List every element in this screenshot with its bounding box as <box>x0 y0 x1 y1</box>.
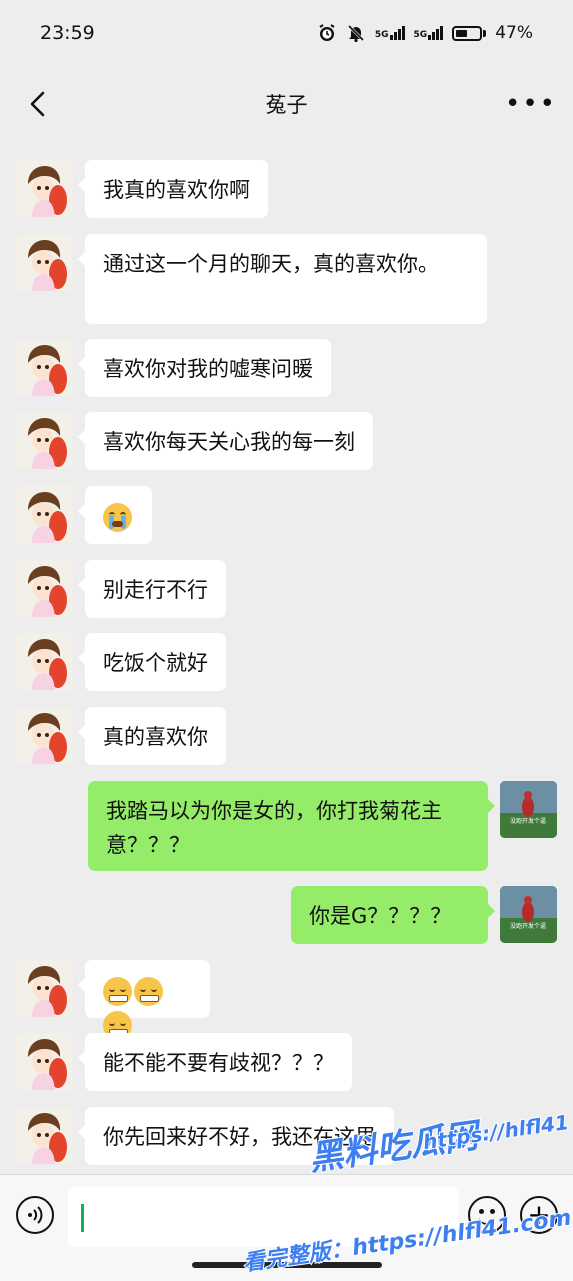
message-bubble[interactable]: 我真的喜欢你啊 <box>78 160 268 218</box>
more-button[interactable]: ••• <box>505 84 555 124</box>
message-text: 我踏马以为你是女的，你打我菊花主意？？？ <box>106 799 442 857</box>
message-input[interactable] <box>68 1187 458 1247</box>
voice-button[interactable] <box>16 1196 54 1234</box>
message-bubble[interactable]: 能不能不要有歧视？？？ <box>78 1033 352 1091</box>
message-bubble[interactable]: 我踏马以为你是女的，你打我菊花主意？？？ <box>88 781 495 871</box>
message-bubble[interactable]: 真的喜欢你 <box>78 707 226 765</box>
message-bubble[interactable]: 吃饭个就好 <box>78 633 226 691</box>
more-icon: ••• <box>505 89 558 119</box>
voice-icon <box>28 1206 43 1224</box>
status-time: 23:59 <box>40 22 95 44</box>
status-bar: 23:59 5G 5G 47% <box>0 0 573 66</box>
battery-icon <box>452 25 487 41</box>
battery-percent: 47% <box>495 23 533 43</box>
status-icons: 5G 5G 47% <box>317 23 533 43</box>
message-bubble[interactable] <box>78 486 152 544</box>
avatar[interactable] <box>16 412 73 469</box>
signal-2-label: 5G <box>413 30 428 40</box>
signal-icon: 5G <box>414 26 444 40</box>
message-bubble[interactable] <box>78 960 210 1040</box>
avatar[interactable] <box>16 707 73 764</box>
message-text: 通过这一个月的聊天，真的喜欢你。 <box>103 252 439 276</box>
home-indicator <box>192 1262 382 1268</box>
avatar[interactable] <box>16 160 73 217</box>
back-button[interactable] <box>18 84 58 124</box>
chevron-left-icon <box>30 91 45 117</box>
more-actions-button[interactable]: + <box>520 1196 558 1234</box>
avatar[interactable] <box>16 486 73 543</box>
avatar[interactable]: 没跑开发个逼 <box>500 886 557 943</box>
avatar[interactable] <box>16 1033 73 1090</box>
chat-header: 菟子 ••• <box>0 66 573 142</box>
zipper-mouth-face-icon <box>103 976 132 1006</box>
crying-face-icon <box>103 502 132 532</box>
alarm-icon <box>319 24 335 41</box>
message-bubble[interactable]: 通过这一个月的聊天，真的喜欢你。 <box>78 234 487 324</box>
message-text: 喜欢你对我的嘘寒问暖 <box>103 357 313 381</box>
message-text: 吃饭个就好 <box>103 651 208 675</box>
avatar[interactable] <box>16 960 73 1017</box>
signal-1-label: 5G <box>374 30 389 40</box>
message-text: 能不能不要有歧视？？？ <box>103 1051 334 1075</box>
message-bubble[interactable]: 别走行不行 <box>78 560 226 618</box>
message-text: 你是G？？？？ <box>309 904 452 928</box>
avatar[interactable] <box>16 234 73 291</box>
message-text: 别走行不行 <box>103 578 208 602</box>
message-bubble[interactable]: 你先回来好不好，我还在这里 <box>78 1107 394 1165</box>
message-text: 真的喜欢你 <box>103 725 208 749</box>
message-list[interactable]: 我真的喜欢你啊 通过这一个月的聊天，真的喜欢你。 喜欢你对我的嘘寒问暖 喜欢你每… <box>0 142 573 1174</box>
avatar[interactable] <box>16 339 73 396</box>
message-text: 你先回来好不好，我还在这里 <box>103 1125 376 1149</box>
avatar[interactable] <box>16 560 73 617</box>
text-caret <box>81 1204 84 1232</box>
plus-icon: + <box>527 1198 551 1231</box>
avatar[interactable]: 没跑开发个逼 <box>500 781 557 838</box>
chat-title: 菟子 <box>265 93 308 117</box>
signal-icon: 5G <box>375 26 405 40</box>
mute-bell-icon <box>347 24 364 43</box>
avatar[interactable] <box>16 1107 73 1164</box>
avatar[interactable] <box>16 633 73 690</box>
message-text: 我真的喜欢你啊 <box>103 178 250 202</box>
zipper-mouth-face-icon <box>134 976 163 1006</box>
avatar-caption: 没跑开发个逼 <box>510 922 546 930</box>
emoji-button[interactable] <box>468 1196 506 1234</box>
avatar-caption: 没跑开发个逼 <box>510 817 546 825</box>
message-bubble[interactable]: 喜欢你每天关心我的每一刻 <box>78 412 373 470</box>
message-bubble[interactable]: 喜欢你对我的嘘寒问暖 <box>78 339 331 397</box>
message-bubble[interactable]: 你是G？？？？ <box>291 886 495 944</box>
message-text: 喜欢你每天关心我的每一刻 <box>103 430 355 454</box>
